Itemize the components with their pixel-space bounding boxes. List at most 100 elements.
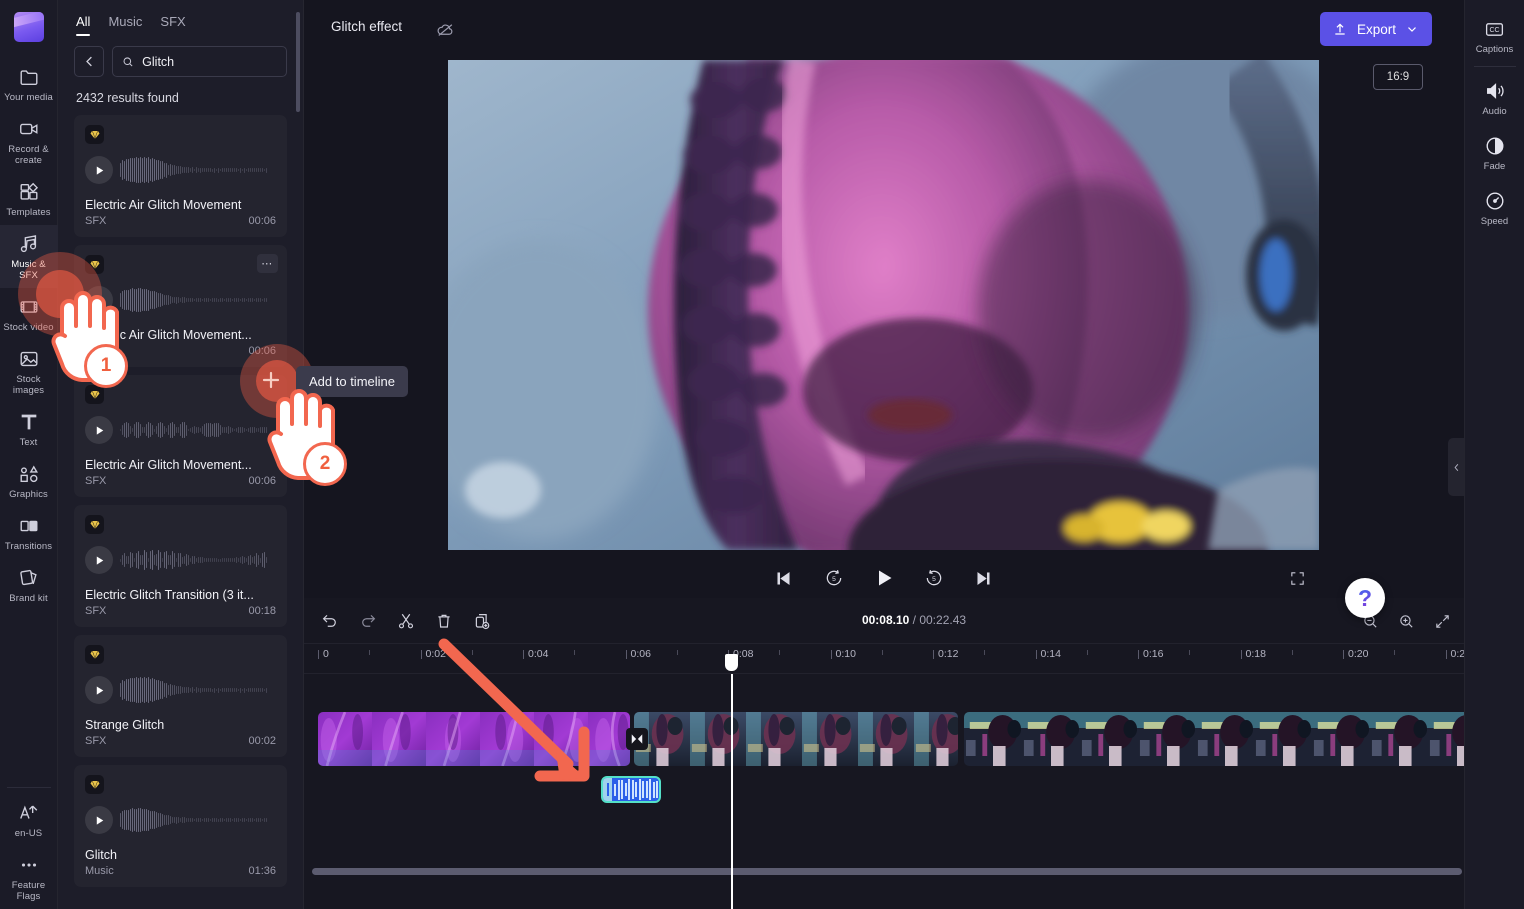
tab-all[interactable]: All: [76, 14, 91, 36]
speedometer-icon: [1486, 192, 1503, 210]
svg-text:CC: CC: [1489, 27, 1499, 34]
delete-button[interactable]: [430, 607, 458, 635]
play-button[interactable]: [85, 156, 113, 184]
ellipsis-icon: [18, 854, 40, 876]
ruler-tick: 0:20: [1343, 648, 1368, 660]
skip-next-icon: [977, 571, 990, 585]
collapse-right-panel-button[interactable]: [1448, 438, 1464, 496]
ruler-minor-tick: [779, 650, 781, 655]
video-preview[interactable]: [448, 60, 1319, 550]
track-title: Glitch: [85, 848, 117, 862]
video-clip-1[interactable]: [318, 712, 630, 766]
list-item[interactable]: Electric Air Glitch Movement... SFX 00:0…: [74, 375, 287, 497]
clip-thumbnail: [964, 712, 1022, 766]
list-item[interactable]: Strange Glitch SFX 00:02: [74, 635, 287, 757]
export-button[interactable]: Export: [1319, 12, 1432, 46]
add-to-timeline-plus-icon[interactable]: [261, 370, 281, 390]
audio-label: Audio: [1482, 106, 1507, 117]
captions-button[interactable]: CC Captions: [1465, 10, 1524, 64]
sidebar-item-stock-video[interactable]: Stock video: [0, 288, 58, 340]
play-button[interactable]: [85, 286, 113, 314]
list-item[interactable]: Electric Glitch Transition (3 it... SFX …: [74, 505, 287, 627]
panel-scrollbar[interactable]: [296, 12, 300, 112]
app-logo-icon[interactable]: [13, 12, 44, 42]
audio-clip-1[interactable]: [601, 776, 661, 803]
tab-sfx[interactable]: SFX: [160, 14, 185, 36]
edit-tools: [316, 607, 496, 635]
list-item[interactable]: Glitch Music 01:36: [74, 765, 287, 887]
playhead-handle[interactable]: [725, 654, 738, 671]
tab-music[interactable]: Music: [108, 14, 142, 36]
track-category: SFX: [85, 215, 107, 227]
sidebar-item-text[interactable]: Text: [0, 403, 58, 455]
sidebar-item-record-create[interactable]: Record & create: [0, 110, 58, 173]
skip-to-start-button[interactable]: [770, 564, 798, 592]
ruler-minor-tick: [1189, 650, 1191, 655]
page-title[interactable]: Glitch effect: [331, 19, 402, 34]
search-box[interactable]: [112, 46, 287, 77]
svg-text:5: 5: [832, 576, 836, 583]
sidebar-item-brand-kit[interactable]: Brand kit: [0, 559, 58, 611]
audio-trim-handle-left[interactable]: [603, 778, 612, 801]
back-button[interactable]: [74, 46, 104, 77]
timeline-ruler[interactable]: 0 0:02 0:04 0:06 0:08 0:10 0:12 0:14 0:16 0:18 0:2…: [304, 644, 1524, 674]
sidebar-item-graphics[interactable]: Graphics: [0, 455, 58, 507]
video-clip-2[interactable]: [634, 712, 958, 766]
sidebar-item-transitions[interactable]: Transitions: [0, 507, 58, 559]
rewind-5s-button[interactable]: 5: [820, 564, 848, 592]
undo-button[interactable]: [316, 607, 344, 635]
audio-button[interactable]: Audio: [1465, 71, 1524, 126]
redo-button[interactable]: [354, 607, 382, 635]
fade-label: Fade: [1483, 161, 1506, 172]
duplicate-button[interactable]: [468, 607, 496, 635]
sidebar-item-templates[interactable]: Templates: [0, 173, 58, 225]
fit-to-screen-button[interactable]: [1428, 607, 1456, 635]
premium-badge-icon: [85, 255, 104, 274]
list-item[interactable]: ⋯ Electric Air Glitch Movement... SFX 00…: [74, 245, 287, 367]
track-meta: SFX 00:02: [85, 735, 276, 747]
timeline-horizontal-scrollbar[interactable]: [312, 868, 1462, 875]
skip-to-end-button[interactable]: [970, 564, 998, 592]
sidebar-item-your-media[interactable]: Your media: [0, 58, 58, 110]
sidebar-bottom-item-en-us[interactable]: en-US: [0, 794, 58, 846]
chevron-left-icon: [1454, 463, 1458, 471]
video-clip-3[interactable]: [964, 712, 1470, 766]
playhead[interactable]: [725, 654, 738, 909]
clip-thumbnail: [1080, 712, 1138, 766]
skip-previous-icon: [777, 571, 790, 585]
help-button[interactable]: ?: [1345, 578, 1385, 618]
aspect-ratio-badge[interactable]: 16:9: [1373, 64, 1423, 90]
fullscreen-button[interactable]: [1283, 564, 1311, 592]
ruler-label: 0:12: [938, 648, 959, 660]
split-button[interactable]: [392, 607, 420, 635]
search-row: [58, 36, 303, 77]
play-button[interactable]: [85, 806, 113, 834]
play-button[interactable]: [85, 416, 113, 444]
waveform-preview: [120, 545, 276, 575]
play-button[interactable]: [85, 546, 113, 574]
speaker-icon: [1486, 83, 1504, 99]
audio-wave-bar: [628, 779, 630, 800]
card-preview-row: [85, 413, 276, 447]
play-button[interactable]: [85, 676, 113, 704]
forward-5s-button[interactable]: 5: [920, 564, 948, 592]
play-button[interactable]: [870, 564, 898, 592]
sidebar-item-music-sfx[interactable]: Music & SFX: [0, 225, 58, 288]
ruler-label: 0:04: [528, 648, 549, 660]
media-panel: All Music SFX 2432 results found Electri…: [58, 0, 304, 909]
sidebar-bottom-item-feature-flags[interactable]: Feature Flags: [0, 846, 58, 909]
zoom-in-button[interactable]: [1392, 607, 1420, 635]
sidebar-item-label: Graphics: [9, 489, 48, 500]
list-item[interactable]: Electric Air Glitch Movement SFX 00:06: [74, 115, 287, 237]
fade-button[interactable]: Fade: [1465, 126, 1524, 181]
more-options-icon[interactable]: ⋯: [257, 254, 278, 273]
sidebar-divider: [6, 787, 51, 788]
transition-marker-icon[interactable]: [626, 728, 648, 750]
audio-wave-bar: [642, 780, 644, 799]
cloud-off-icon[interactable]: [432, 16, 458, 42]
search-input[interactable]: [142, 54, 277, 69]
sidebar-item-stock-images[interactable]: Stock images: [0, 340, 58, 403]
speed-button[interactable]: Speed: [1465, 181, 1524, 236]
video-frame: [448, 60, 1319, 550]
clip-thumbnail: [690, 712, 746, 766]
